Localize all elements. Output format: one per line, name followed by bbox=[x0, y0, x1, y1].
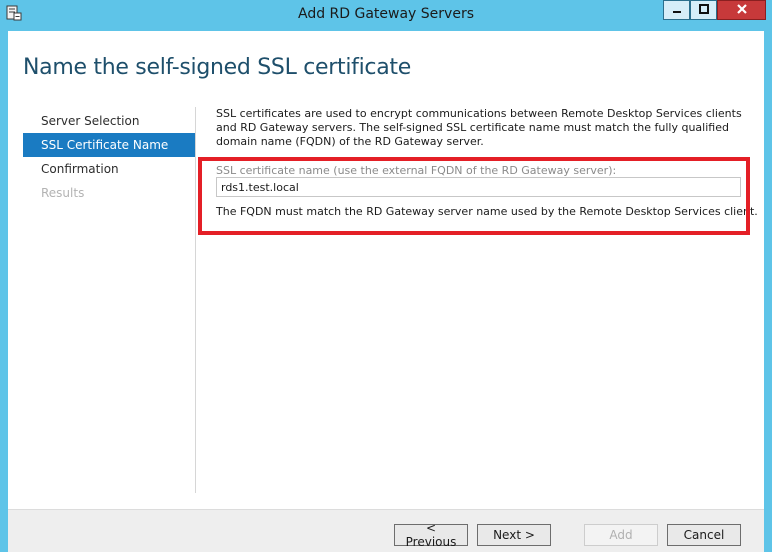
nav-item-results: Results bbox=[41, 186, 85, 200]
close-icon bbox=[736, 3, 748, 18]
cancel-button[interactable]: Cancel bbox=[667, 524, 741, 546]
wizard-nav: Server Selection SSL Certificate Name Co… bbox=[23, 109, 195, 205]
maximize-button[interactable] bbox=[690, 0, 717, 20]
window-edge bbox=[764, 31, 772, 551]
dialog-client-area: Name the self-signed SSL certificate Ser… bbox=[8, 31, 764, 552]
next-button[interactable]: Next > bbox=[477, 524, 551, 546]
fqdn-note: The FQDN must match the RD Gateway serve… bbox=[216, 205, 758, 218]
ssl-certificate-name-input[interactable] bbox=[216, 177, 741, 197]
nav-divider bbox=[195, 107, 196, 493]
description-text: SSL certificates are used to encrypt com… bbox=[216, 107, 742, 148]
dialog-window: Add RD Gateway Servers Name the self-sig… bbox=[0, 0, 772, 552]
nav-item-ssl-certificate-name[interactable]: SSL Certificate Name bbox=[23, 133, 195, 157]
ssl-name-label: SSL certificate name (use the external F… bbox=[216, 164, 617, 177]
minimize-button[interactable] bbox=[663, 0, 690, 20]
maximize-icon bbox=[698, 3, 709, 17]
nav-item-server-selection[interactable]: Server Selection bbox=[23, 109, 195, 133]
close-button[interactable] bbox=[717, 0, 766, 20]
minimize-icon bbox=[672, 3, 682, 17]
window-title: Add RD Gateway Servers bbox=[297, 6, 474, 22]
title-bar[interactable]: Add RD Gateway Servers bbox=[0, 0, 772, 30]
content-panel: SSL certificates are used to encrypt com… bbox=[216, 107, 758, 218]
nav-item-confirmation[interactable]: Confirmation bbox=[23, 157, 195, 181]
previous-button[interactable]: < Previous bbox=[394, 521, 468, 549]
page-title: Name the self-signed SSL certificate bbox=[23, 55, 411, 80]
add-button: Add bbox=[584, 524, 658, 546]
wizard-footer: < Previous Next > Add Cancel bbox=[8, 509, 764, 552]
